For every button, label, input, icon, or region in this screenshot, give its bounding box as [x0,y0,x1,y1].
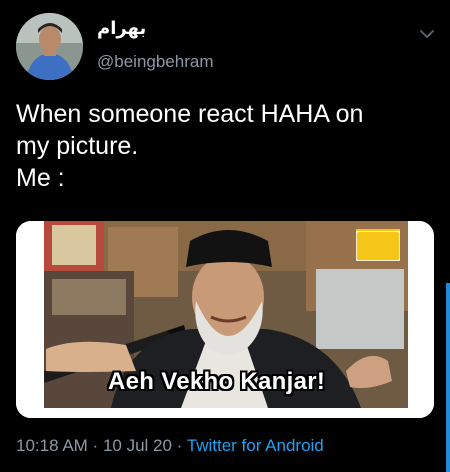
tweet-text-line: my picture. [16,132,139,160]
display-name[interactable]: بهرام [97,18,146,39]
channel-logo [356,231,400,261]
tweet-text-line: Me : [16,164,65,192]
scrollbar[interactable] [446,283,450,472]
avatar[interactable] [16,13,83,80]
tweet-text: When someone react HAHA on my picture. M… [16,98,436,194]
tweet-time[interactable]: 10:18 AM [16,436,88,455]
meta-separator: · [87,436,103,455]
meta-separator: · [171,436,187,455]
user-handle[interactable]: @beingbehram [97,52,214,72]
meme-caption: Aeh Vekho Kanjar! [108,368,326,395]
avatar-image [16,13,83,80]
tweet-meta: 10:18 AM · 10 Jul 20 · Twitter for Andro… [16,436,324,456]
tweet-date[interactable]: 10 Jul 20 [103,436,172,455]
source-app-link[interactable]: Twitter for Android [187,436,324,455]
tweet-media[interactable]: Aeh Vekho Kanjar! [16,221,434,418]
tweet-text-line: When someone react HAHA on [16,100,364,128]
chevron-down-icon[interactable] [416,26,438,42]
